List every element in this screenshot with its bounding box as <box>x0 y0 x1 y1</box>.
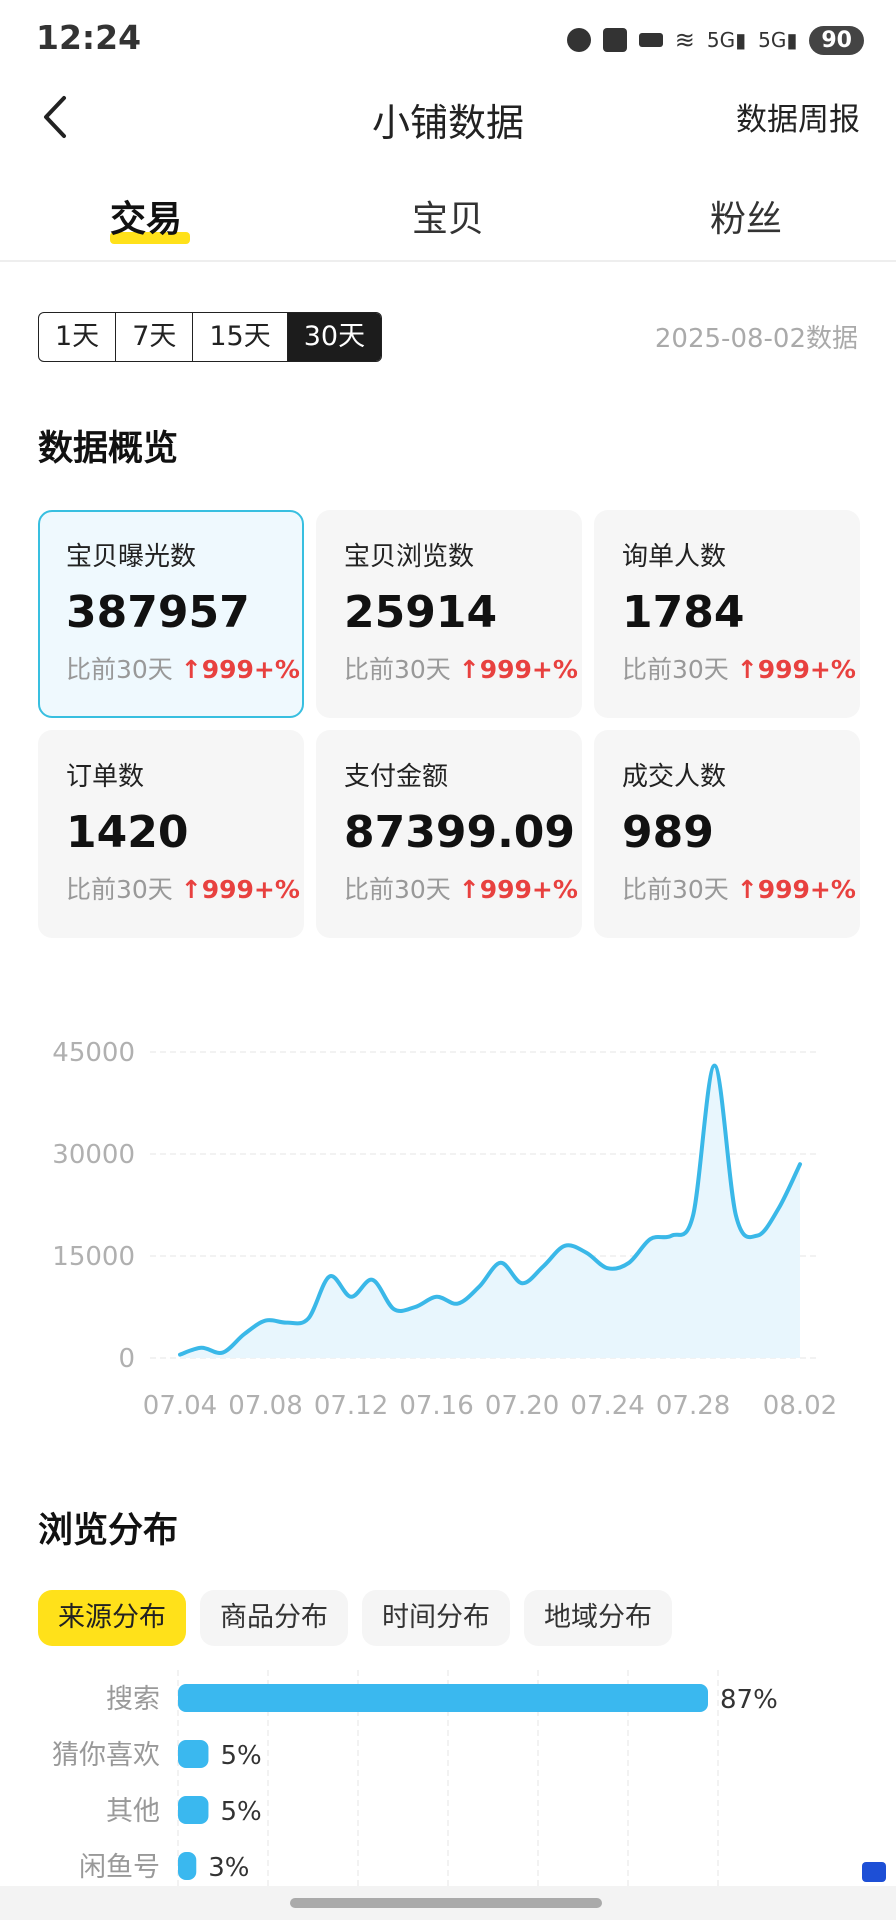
stat-change: 999+% <box>757 655 856 684</box>
stat-value: 87399.09 <box>344 807 576 858</box>
bar <box>178 1740 209 1768</box>
tab-fans[interactable]: 粉丝 <box>710 190 782 242</box>
stat-card[interactable]: 订单数 1420 比前30天 ↑999+% <box>38 730 304 938</box>
arrow-up-icon: ↑ <box>736 875 758 904</box>
tab-time-distribution[interactable]: 时间分布 <box>362 1590 510 1646</box>
do-not-disturb-icon <box>566 28 591 52</box>
compare-label: 比前30天 <box>622 875 729 904</box>
stat-compare: 比前30天 ↑999+% <box>66 650 300 686</box>
stat-value: 25914 <box>344 587 498 638</box>
stat-card[interactable]: 支付金额 87399.09 比前30天 ↑999+% <box>316 730 582 938</box>
status-icons: ≋ 5G▮ 5G▮ 90 <box>566 22 864 58</box>
bar-value: 5% <box>220 1797 261 1827</box>
trend-chart[interactable]: 0 15000 30000 45000 07.04 07.08 07.12 07.16 07.2… <box>0 1020 896 1440</box>
arrow-up-icon: ↑ <box>458 655 480 684</box>
source-distribution-chart: 搜索 87% 猜你喜欢 5% 其他 5% 闲鱼号 3% <box>52 1670 778 1900</box>
range-1d[interactable]: 1天 <box>39 313 117 361</box>
battery-indicator: 90 <box>809 25 864 55</box>
bar-value: 5% <box>220 1741 261 1771</box>
range-7d[interactable]: 7天 <box>116 313 194 361</box>
bar-label: 搜索 <box>106 1684 160 1715</box>
bar <box>178 1796 209 1824</box>
tab-trade[interactable]: 交易 <box>110 190 182 242</box>
stat-change: 999+% <box>479 875 578 904</box>
main-tabs: 交易 宝贝 粉丝 <box>0 180 896 262</box>
compare-label: 比前30天 <box>344 875 451 904</box>
range-30d[interactable]: 30天 <box>287 313 382 361</box>
tab-items[interactable]: 宝贝 <box>412 190 484 242</box>
tab-source-distribution[interactable]: 来源分布 <box>38 1590 186 1646</box>
bar-value: 87% <box>720 1685 778 1715</box>
stat-change: 999+% <box>201 875 300 904</box>
bar-label: 闲鱼号 <box>79 1852 160 1883</box>
signal-5g-icon: 5G▮ <box>706 28 747 52</box>
x-tick-label: 07.04 <box>143 1391 217 1421</box>
time-range-selector: 1天 7天 15天 30天 <box>38 312 383 362</box>
range-15d[interactable]: 15天 <box>193 313 288 361</box>
y-tick-label: 45000 <box>52 1038 135 1068</box>
upload-folder-icon[interactable] <box>862 1862 886 1882</box>
x-tick-label: 08.02 <box>763 1391 837 1421</box>
stat-compare: 比前30天 ↑999+% <box>344 650 578 686</box>
arrow-up-icon: ↑ <box>180 655 202 684</box>
stat-compare: 比前30天 ↑999+% <box>66 870 300 906</box>
bar-label: 猜你喜欢 <box>52 1740 160 1771</box>
tab-item-distribution[interactable]: 商品分布 <box>200 1590 348 1646</box>
bar <box>178 1852 197 1880</box>
stat-card[interactable]: 宝贝浏览数 25914 比前30天 ↑999+% <box>316 510 582 718</box>
y-tick-label: 15000 <box>52 1242 135 1272</box>
compare-label: 比前30天 <box>344 655 451 684</box>
stat-change: 999+% <box>757 875 856 904</box>
arrow-up-icon: ↑ <box>458 875 480 904</box>
stat-value: 989 <box>622 807 714 858</box>
stat-value: 387957 <box>66 587 250 638</box>
stat-label: 询单人数 <box>622 542 727 572</box>
overview-title: 数据概览 <box>38 429 179 469</box>
stat-card[interactable]: 询单人数 1784 比前30天 ↑999+% <box>594 510 860 718</box>
stat-compare: 比前30天 ↑999+% <box>622 870 856 906</box>
compare-label: 比前30天 <box>66 655 173 684</box>
x-tick-label: 07.20 <box>485 1391 559 1421</box>
x-tick-label: 07.08 <box>228 1391 302 1421</box>
bar-label: 其他 <box>106 1796 160 1827</box>
compare-label: 比前30天 <box>622 655 729 684</box>
stat-label: 宝贝浏览数 <box>344 542 475 572</box>
stat-change: 999+% <box>479 655 578 684</box>
distribution-tabs: 来源分布 商品分布 时间分布 地域分布 <box>38 1590 672 1646</box>
x-tick-label: 07.12 <box>314 1391 388 1421</box>
y-tick-label: 30000 <box>52 1140 135 1170</box>
wifi-icon: ≋ <box>674 26 695 54</box>
distribution-title: 浏览分布 <box>38 1511 179 1551</box>
bed-icon <box>638 33 663 47</box>
stat-label: 支付金额 <box>344 762 449 792</box>
stat-label: 订单数 <box>66 762 145 792</box>
bar <box>178 1684 708 1712</box>
signal-5g-icon-2: 5G▮ <box>758 28 798 52</box>
stat-value: 1420 <box>66 807 189 858</box>
stat-card[interactable]: 成交人数 989 比前30天 ↑999+% <box>594 730 860 938</box>
stat-label: 成交人数 <box>622 762 727 792</box>
stat-label: 宝贝曝光数 <box>66 542 197 572</box>
stat-card[interactable]: 宝贝曝光数 387957 比前30天 ↑999+% <box>38 510 304 718</box>
compare-label: 比前30天 <box>66 875 173 904</box>
home-indicator[interactable] <box>290 1898 602 1908</box>
folder-icon <box>602 28 627 52</box>
arrow-up-icon: ↑ <box>180 875 202 904</box>
weekly-report-link[interactable]: 数据周报 <box>736 94 860 139</box>
status-time: 12:24 <box>36 18 142 57</box>
stat-value: 1784 <box>622 587 745 638</box>
stat-compare: 比前30天 ↑999+% <box>344 870 578 906</box>
stat-change: 999+% <box>201 655 300 684</box>
bar-value: 3% <box>208 1853 249 1883</box>
y-tick-label: 0 <box>118 1344 135 1374</box>
arrow-up-icon: ↑ <box>736 655 758 684</box>
status-bar: 12:24 ≋ 5G▮ 5G▮ 90 <box>0 0 896 80</box>
x-tick-label: 07.28 <box>656 1391 730 1421</box>
x-tick-label: 07.24 <box>570 1391 644 1421</box>
stat-compare: 比前30天 ↑999+% <box>622 650 856 686</box>
tab-region-distribution[interactable]: 地域分布 <box>524 1590 672 1646</box>
x-tick-label: 07.16 <box>399 1391 473 1421</box>
data-date: 2025-08-02数据 <box>654 324 858 354</box>
